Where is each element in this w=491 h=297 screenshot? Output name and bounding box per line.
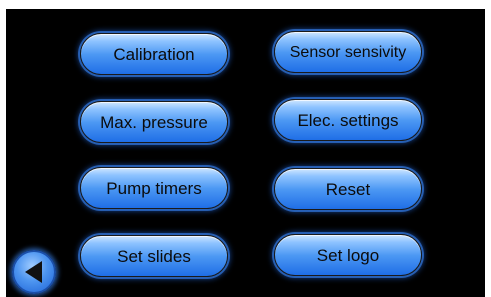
set-logo-button-label: Set logo <box>316 246 380 265</box>
reset-button-label: Reset <box>325 180 371 199</box>
pump-timers-button-label: Pump timers <box>106 179 202 198</box>
reset-button[interactable]: Reset <box>274 168 422 210</box>
pump-timers-button[interactable]: Pump timers <box>80 167 228 209</box>
sensor-sensivity-button-label: Sensor sensivity <box>289 44 407 61</box>
set-slides-button[interactable]: Set slides <box>80 235 228 277</box>
set-slides-button-label: Set slides <box>117 247 191 266</box>
back-button[interactable] <box>12 250 56 294</box>
screen: Calibration Sensor sensivity Max. pressu… <box>0 0 491 297</box>
calibration-button[interactable]: Calibration <box>80 33 228 75</box>
calibration-button-label: Calibration <box>113 45 195 64</box>
set-logo-button[interactable]: Set logo <box>274 234 422 276</box>
max-pressure-button[interactable]: Max. pressure <box>80 101 228 143</box>
settings-panel: Calibration Sensor sensivity Max. pressu… <box>6 9 485 297</box>
sensor-sensivity-button[interactable]: Sensor sensivity <box>274 31 422 73</box>
back-arrow-icon <box>25 261 42 283</box>
max-pressure-button-label: Max. pressure <box>100 113 208 132</box>
elec-settings-button[interactable]: Elec. settings <box>274 99 422 141</box>
elec-settings-button-label: Elec. settings <box>297 111 399 130</box>
